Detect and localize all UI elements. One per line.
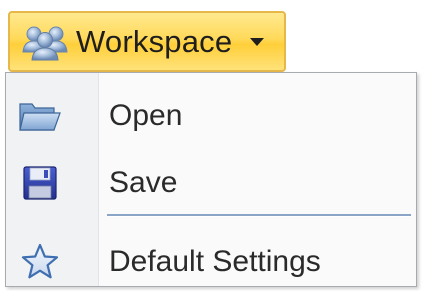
menu-item-default-settings[interactable]: Default Settings	[6, 231, 416, 291]
menu-item-label: Save	[109, 166, 178, 199]
menu-item-save[interactable]: Save	[6, 152, 416, 214]
workspace-icon	[18, 22, 74, 62]
chevron-down-icon	[250, 37, 265, 46]
menu-item-open[interactable]: Open	[6, 85, 416, 147]
floppy-disk-icon	[18, 161, 62, 205]
workspace-button[interactable]: Workspace	[8, 11, 286, 72]
menu-item-label: Open	[109, 99, 183, 132]
open-folder-icon	[18, 94, 62, 138]
menu-separator	[107, 214, 411, 217]
workspace-dropdown-menu: Open Save Default Settings	[5, 72, 417, 287]
star-icon	[18, 240, 62, 284]
menu-item-label: Default Settings	[109, 245, 321, 278]
workspace-menu-screen: Workspace Open Save Default Settings	[0, 0, 422, 291]
workspace-button-label: Workspace	[76, 23, 233, 59]
